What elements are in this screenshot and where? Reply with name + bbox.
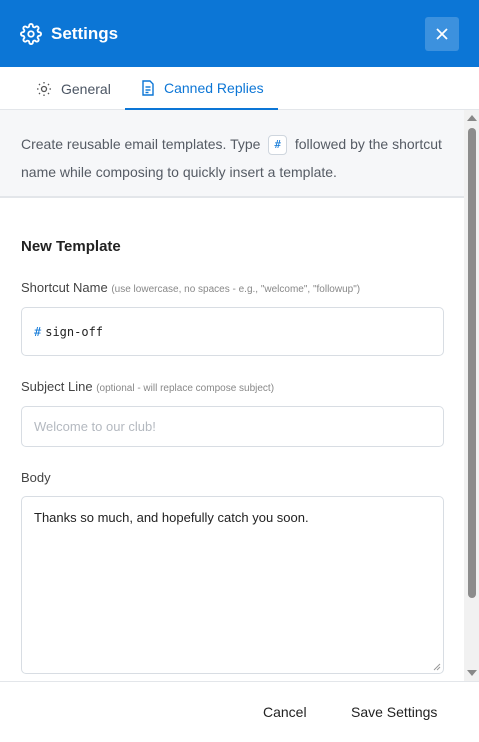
- scroll-up-arrow-icon[interactable]: [467, 115, 477, 121]
- settings-header: Settings: [0, 0, 479, 67]
- close-button[interactable]: [425, 17, 459, 51]
- tab-general-label: General: [61, 80, 111, 97]
- body-label: Body: [21, 470, 51, 485]
- shortcut-label-text: Shortcut Name: [21, 280, 108, 295]
- shortcut-hint: (use lowercase, no spaces - e.g., "welco…: [111, 284, 361, 295]
- settings-tabs: General Canned Replies: [0, 67, 479, 110]
- section-title: New Template: [21, 238, 121, 255]
- shortcut-prefix: #: [34, 324, 42, 339]
- shortcut-value: sign-off: [45, 324, 104, 339]
- document-icon: [142, 79, 154, 96]
- hash-chip: #: [268, 135, 287, 155]
- settings-content[interactable]: Create reusable email templates. Type # …: [0, 110, 479, 681]
- vertical-scrollbar[interactable]: [464, 110, 479, 681]
- subject-placeholder: Welcome to our club!: [34, 419, 156, 434]
- resize-grip-icon[interactable]: [433, 663, 441, 671]
- footer: Cancel Save Settings: [0, 681, 479, 742]
- body-textarea[interactable]: Thanks so much, and hopefully catch you …: [21, 496, 444, 674]
- shortcut-label: Shortcut Name (use lowercase, no spaces …: [21, 280, 360, 295]
- close-icon: [436, 28, 448, 40]
- info-text-before: Create reusable email templates. Type: [21, 136, 261, 152]
- subject-label-text: Subject Line: [21, 379, 93, 394]
- body-label-text: Body: [21, 470, 51, 485]
- tab-canned-replies-label: Canned Replies: [164, 79, 264, 96]
- gear-icon: [20, 23, 42, 45]
- subject-input[interactable]: Welcome to our club!: [21, 406, 444, 447]
- sun-settings-icon: [37, 81, 51, 96]
- scroll-down-arrow-icon[interactable]: [467, 670, 477, 676]
- shortcut-input[interactable]: # sign-off: [21, 307, 444, 356]
- subject-hint: (optional - will replace compose subject…: [96, 383, 275, 394]
- scrollbar-thumb[interactable]: [468, 128, 476, 598]
- tab-canned-replies[interactable]: Canned Replies: [125, 67, 278, 110]
- cancel-button[interactable]: Cancel: [263, 704, 307, 720]
- tab-general[interactable]: General: [36, 67, 111, 110]
- page-title: Settings: [51, 24, 119, 43]
- save-settings-button[interactable]: Save Settings: [351, 704, 437, 720]
- body-value: Thanks so much, and hopefully catch you …: [34, 510, 309, 525]
- info-banner: Create reusable email templates. Type # …: [0, 110, 464, 198]
- subject-label: Subject Line (optional - will replace co…: [21, 379, 274, 394]
